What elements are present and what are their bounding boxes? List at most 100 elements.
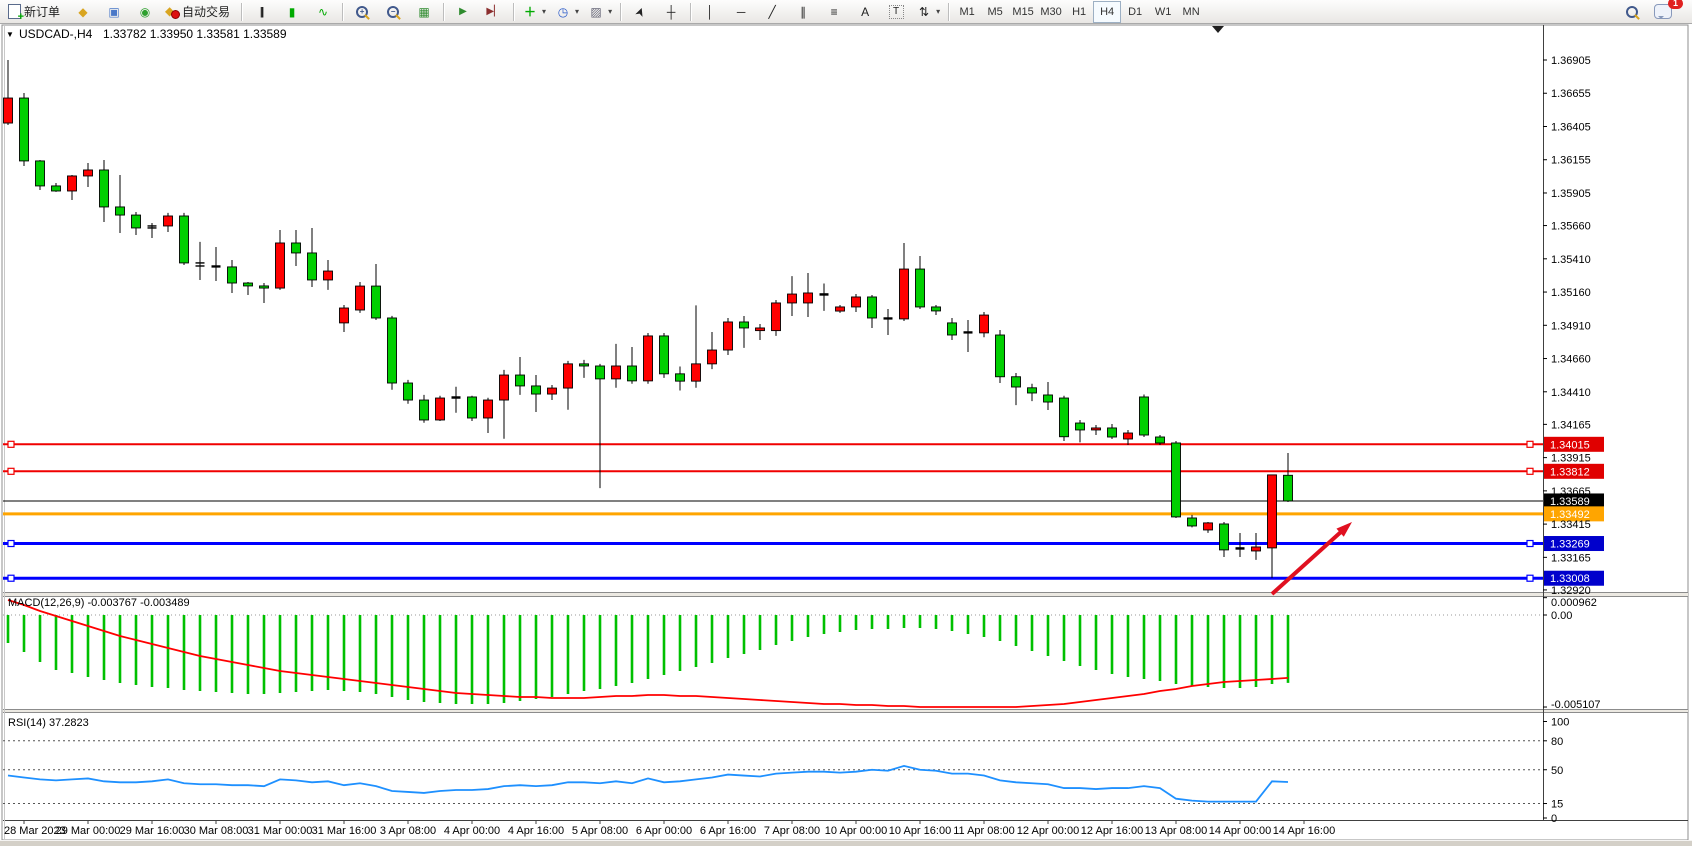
auto-scroll-button[interactable]: ▶ (448, 1, 478, 23)
text-tool[interactable]: A (850, 1, 880, 23)
channel-icon: ∥ (795, 4, 811, 20)
chevron-down-icon: ▾ (608, 7, 612, 16)
macd-axis-label: -0.005107 (1551, 699, 1601, 711)
chart-menu-icon[interactable]: ▼ (6, 30, 14, 39)
candle-body (708, 350, 717, 364)
terminal-button[interactable]: ◉ (130, 1, 160, 23)
chevron-down-icon: ▾ (936, 7, 940, 16)
new-order-button[interactable]: 新订单 (4, 1, 67, 23)
timeframe-H4[interactable]: H4 (1093, 1, 1121, 23)
chart-shift-button[interactable]: ▶▏ (479, 1, 509, 23)
candle-body (1204, 523, 1213, 530)
price-tick-label: 1.35410 (1551, 254, 1591, 266)
timeframe-group: M1M5M15M30H1H4D1W1MN (953, 1, 1205, 23)
candlestick-button[interactable]: ▮ (277, 1, 307, 23)
candle-body (1156, 437, 1165, 443)
timeframe-H1[interactable]: H1 (1065, 1, 1093, 23)
price-line-box-label: 1.33589 (1550, 496, 1590, 508)
chevron-down-icon: ▾ (542, 7, 546, 16)
horizontal-line-tool[interactable]: ─ (726, 1, 756, 23)
candle-body (900, 269, 909, 319)
candle-body (916, 269, 925, 307)
candle-body (1252, 547, 1261, 551)
channel-tool[interactable]: ∥ (788, 1, 818, 23)
candle-body (436, 398, 445, 420)
candle-body (340, 308, 349, 323)
hline-handle[interactable] (8, 441, 14, 447)
candle-body (404, 383, 413, 400)
hline-handle[interactable] (1527, 468, 1533, 474)
chart-shift-icon: ▶▏ (486, 4, 502, 20)
zoom-out-button[interactable]: − (378, 1, 408, 23)
navigator-button[interactable]: ▣ (99, 1, 129, 23)
time-label: 10 Apr 16:00 (889, 825, 951, 837)
candle-body (1172, 443, 1181, 517)
autotrade-button[interactable]: 自动交易 (161, 1, 237, 23)
indicators-button[interactable]: ＋▾ (518, 1, 550, 23)
candle-body (20, 98, 29, 161)
candle-body (772, 303, 781, 331)
time-label: 6 Apr 00:00 (636, 825, 692, 837)
timeframe-M5[interactable]: M5 (981, 1, 1009, 23)
text-label-tool[interactable]: T (881, 1, 911, 23)
trendline-tool[interactable]: ╱ (757, 1, 787, 23)
candle-body (308, 253, 317, 280)
zoom-in-button[interactable]: + (347, 1, 377, 23)
line-chart-button[interactable]: ∿ (308, 1, 338, 23)
search-button[interactable] (1617, 1, 1647, 23)
text-label-icon: T (889, 5, 904, 19)
hline-handle[interactable] (1527, 441, 1533, 447)
candle-body (180, 216, 189, 263)
candle-body (740, 322, 749, 328)
candle-body (1028, 388, 1037, 393)
candle-body (660, 336, 669, 374)
candle-body (996, 335, 1005, 377)
candle-body (164, 216, 173, 226)
rsi-label: RSI(14) 37.2823 (8, 717, 89, 729)
timeframe-M30[interactable]: M30 (1037, 1, 1065, 23)
notifications-button[interactable]: 1 (1648, 1, 1678, 23)
cursor-tool-button[interactable]: ➤ (625, 1, 655, 23)
hline-handle[interactable] (8, 575, 14, 581)
candle-body (4, 98, 13, 123)
timeframe-D1[interactable]: D1 (1121, 1, 1149, 23)
hline-handle[interactable] (1527, 575, 1533, 581)
price-line-box-label: 1.34015 (1550, 439, 1590, 451)
candle-body (628, 366, 637, 381)
timeframe-MN[interactable]: MN (1177, 1, 1205, 23)
timeframe-W1[interactable]: W1 (1149, 1, 1177, 23)
candle-body (100, 170, 109, 207)
candle-body (1108, 428, 1117, 437)
toolbar-separator (443, 3, 444, 21)
timeframe-M1[interactable]: M1 (953, 1, 981, 23)
hline-handle[interactable] (8, 468, 14, 474)
candle-body (36, 161, 45, 186)
templates-button[interactable]: ▨▾ (584, 1, 616, 23)
candlestick-icon: ▮ (284, 4, 300, 20)
autotrade-label: 自动交易 (182, 3, 230, 20)
arrows-tool[interactable]: ⇅▾ (912, 1, 944, 23)
hline-handle[interactable] (8, 541, 14, 547)
hline-handle[interactable] (1527, 541, 1533, 547)
price-tick-label: 1.36405 (1551, 121, 1591, 133)
vertical-line-tool[interactable]: │ (695, 1, 725, 23)
candle-body (1188, 518, 1197, 526)
time-label: 29 Mar 16:00 (120, 825, 185, 837)
bar-chart-button[interactable]: ||| (246, 1, 276, 23)
market-watch-button[interactable]: ◆ (68, 1, 98, 23)
toolbar-separator (513, 3, 514, 21)
candle-body (980, 315, 989, 333)
tile-windows-button[interactable]: ▦ (409, 1, 439, 23)
price-tick-label: 1.34165 (1551, 419, 1591, 431)
rsi-axis-label: 100 (1551, 717, 1569, 729)
toolbar-separator (620, 3, 621, 21)
fibonacci-tool[interactable]: ≡ (819, 1, 849, 23)
toolbar: 新订单 ◆ ▣ ◉ 自动交易 ||| ▮ ∿ + − ▦ ▶ ▶▏ ＋▾ ◷▾ … (0, 0, 1692, 24)
timeframe-M15[interactable]: M15 (1009, 1, 1037, 23)
periods-button[interactable]: ◷▾ (551, 1, 583, 23)
template-icon: ▨ (588, 4, 604, 20)
crosshair-tool-button[interactable]: ┼ (656, 1, 686, 23)
price-tick-label: 1.34660 (1551, 354, 1591, 366)
candle-body (612, 366, 621, 379)
cursor-icon: ➤ (630, 1, 651, 22)
